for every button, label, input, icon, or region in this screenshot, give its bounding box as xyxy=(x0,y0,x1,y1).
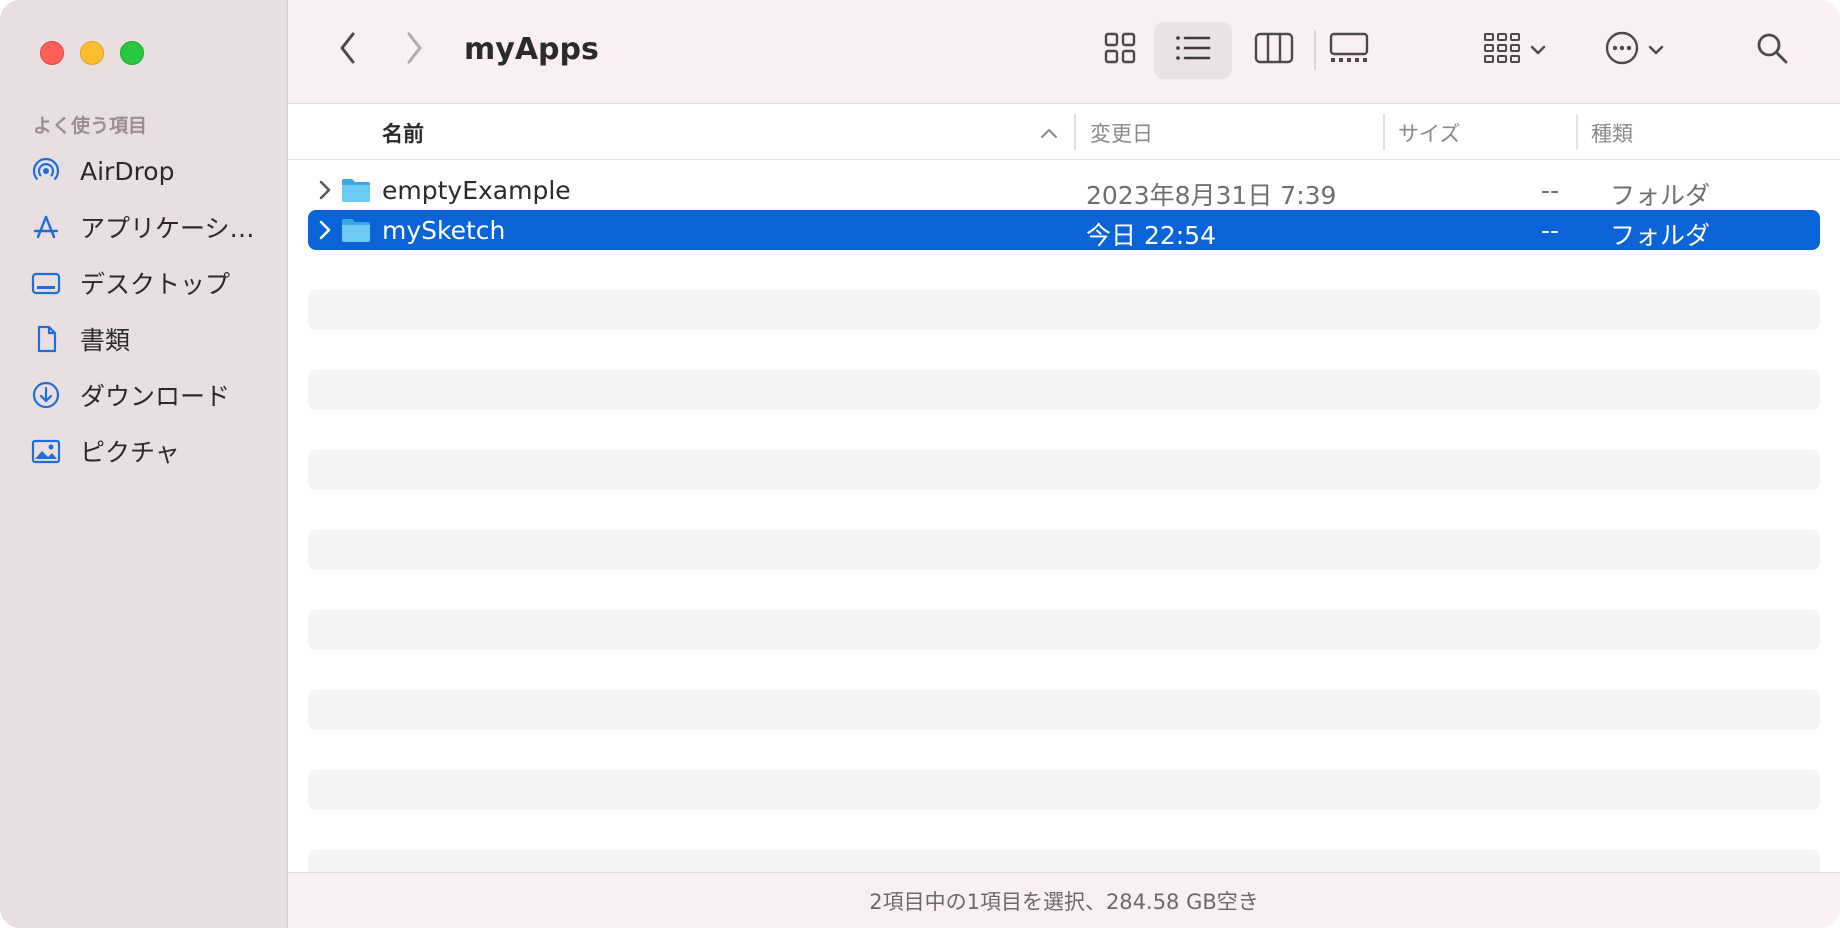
list-icon xyxy=(1174,33,1212,67)
group-icon xyxy=(1482,31,1522,69)
minimize-window-button[interactable] xyxy=(80,41,104,65)
row-name: mySketch xyxy=(382,216,506,245)
more-icon xyxy=(1604,30,1640,70)
folder-icon xyxy=(341,177,371,203)
column-separator[interactable] xyxy=(1383,114,1385,150)
sidebar-section-favorites: よく使う項目 xyxy=(33,115,148,137)
toolbar-divider xyxy=(1314,30,1316,70)
row-date: 今日 22:54 xyxy=(1086,221,1216,250)
sidebar-item-label: AirDrop xyxy=(80,156,175,186)
disclosure-chevron-icon[interactable] xyxy=(316,219,334,241)
action-menu-button[interactable] xyxy=(1596,28,1672,72)
column-view-button[interactable] xyxy=(1249,28,1299,72)
sidebar-item-label: アプリケーシ… xyxy=(80,214,255,243)
empty-row-stripe xyxy=(308,370,1820,410)
column-size-header[interactable]: サイズ xyxy=(1398,118,1460,148)
search-icon xyxy=(1755,31,1789,69)
row-size: -- xyxy=(1541,216,1560,245)
status-bar: 2項目中の1項目を選択、284.58 GB空き xyxy=(288,872,1840,928)
toolbar: myApps xyxy=(288,0,1840,104)
status-text: 2項目中の1項目を選択、284.58 GB空き xyxy=(869,889,1259,914)
column-header: 名前 変更日 サイズ 種類 xyxy=(288,104,1840,160)
sidebar-item-applications[interactable]: アプリケーシ… xyxy=(30,207,280,247)
column-separator[interactable] xyxy=(1074,114,1076,150)
empty-row-stripe xyxy=(308,530,1820,570)
empty-row-stripe xyxy=(308,290,1820,330)
sidebar-item-desktop[interactable]: デスクトップ xyxy=(30,263,280,303)
sidebar-item-label: 書類 xyxy=(80,326,131,355)
search-button[interactable] xyxy=(1750,28,1794,72)
applications-icon xyxy=(30,211,62,243)
row-name: emptyExample xyxy=(382,176,571,205)
empty-row-stripe xyxy=(308,690,1820,730)
disclosure-chevron-icon[interactable] xyxy=(316,179,334,201)
column-name-header[interactable]: 名前 xyxy=(382,118,424,148)
empty-row-stripe xyxy=(308,610,1820,650)
download-icon xyxy=(30,379,62,411)
column-modified-header[interactable]: 変更日 xyxy=(1090,118,1153,148)
icon-view-button[interactable] xyxy=(1098,28,1142,72)
airdrop-icon xyxy=(30,155,62,187)
row-kind: フォルダ xyxy=(1610,221,1711,250)
group-by-button[interactable] xyxy=(1476,28,1552,72)
desktop-icon xyxy=(30,267,62,299)
grid-icon xyxy=(1103,31,1137,69)
sidebar-item-pictures[interactable]: ピクチャ xyxy=(30,431,280,471)
table-row[interactable]: emptyExample 2023年8月31日 7:39 -- フォルダ xyxy=(308,170,1820,210)
pictures-icon xyxy=(30,435,62,467)
sidebar-item-label: ピクチャ xyxy=(80,438,180,467)
window-title: myApps xyxy=(464,32,599,67)
gallery-icon xyxy=(1329,32,1369,68)
chevron-left-icon xyxy=(338,31,358,69)
close-window-button[interactable] xyxy=(40,41,64,65)
sort-ascending-icon xyxy=(1040,124,1058,143)
zoom-window-button[interactable] xyxy=(120,41,144,65)
row-size: -- xyxy=(1541,176,1560,205)
back-button[interactable] xyxy=(328,30,368,70)
row-date: 2023年8月31日 7:39 xyxy=(1086,181,1337,210)
empty-row-stripe xyxy=(308,770,1820,810)
column-kind-header[interactable]: 種類 xyxy=(1591,118,1633,148)
forward-button[interactable] xyxy=(394,30,434,70)
folder-icon xyxy=(341,217,371,243)
empty-row-stripe xyxy=(308,450,1820,490)
chevron-down-icon xyxy=(1530,41,1546,60)
list-view-button[interactable] xyxy=(1171,28,1215,72)
file-list: emptyExample 2023年8月31日 7:39 -- フォルダ myS… xyxy=(288,160,1840,872)
sidebar-item-airdrop[interactable]: AirDrop xyxy=(30,151,280,191)
sidebar-item-label: デスクトップ xyxy=(80,270,231,299)
chevron-down-icon xyxy=(1648,41,1664,60)
sidebar-item-downloads[interactable]: ダウンロード xyxy=(30,375,280,415)
empty-row-stripe xyxy=(308,850,1820,872)
finder-window: よく使う項目 AirDrop アプリケーシ… デスクトップ 書類 ダウンロード … xyxy=(0,0,1840,928)
table-row-selected[interactable]: mySketch 今日 22:54 -- フォルダ xyxy=(308,210,1820,250)
document-icon xyxy=(30,323,62,355)
chevron-right-icon xyxy=(404,31,424,69)
row-kind: フォルダ xyxy=(1610,181,1711,210)
sidebar-item-documents[interactable]: 書類 xyxy=(30,319,280,359)
gallery-view-button[interactable] xyxy=(1324,28,1374,72)
columns-icon xyxy=(1254,32,1294,68)
column-separator[interactable] xyxy=(1576,114,1578,150)
sidebar-item-label: ダウンロード xyxy=(80,382,231,411)
sidebar: よく使う項目 AirDrop アプリケーシ… デスクトップ 書類 ダウンロード … xyxy=(0,0,288,928)
